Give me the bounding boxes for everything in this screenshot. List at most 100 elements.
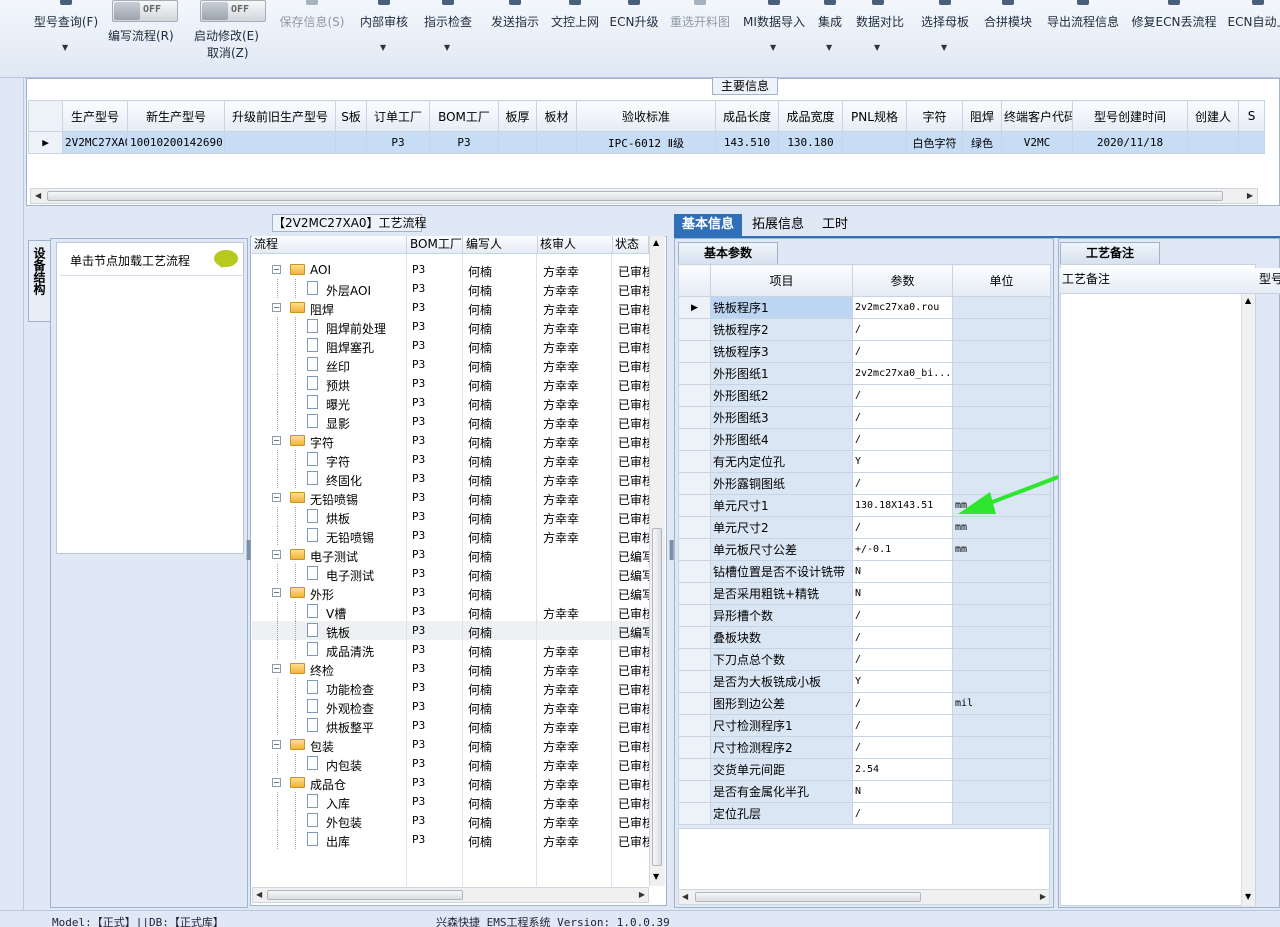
main-col-7[interactable]: 板材 — [536, 100, 577, 132]
param-value[interactable]: Y — [852, 450, 953, 473]
toolbar-button-10[interactable]: 数据对比 ▼ — [856, 0, 904, 78]
toolbar-button-8[interactable]: MI数据导入 ▼ — [741, 0, 807, 78]
tree-row[interactable]: 外包装 P3 何楠 方幸幸 已审核 — [252, 811, 649, 830]
load-process-node[interactable]: 单击节点加载工艺流程 — [60, 244, 242, 276]
row-pointer[interactable] — [678, 406, 711, 429]
tree-row[interactable]: − AOI P3 何楠 方幸幸 已审核 — [252, 260, 649, 279]
toolbar-button-2[interactable]: 内部审核 ▼ — [357, 0, 411, 78]
toolbar-button-6[interactable]: ECN升级 — [609, 0, 659, 78]
main-cell-3[interactable] — [335, 131, 367, 154]
param-row[interactable]: 尺寸检测程序1/ — [678, 714, 1051, 737]
param-value[interactable]: / — [852, 318, 953, 341]
row-pointer[interactable] — [678, 538, 711, 561]
main-cell-15[interactable]: 2020/11/18 — [1072, 131, 1188, 154]
tree-row[interactable]: 无铅喷锡 P3 何楠 方幸幸 已审核 — [252, 526, 649, 545]
process-tree-vscroll[interactable]: ▲ ▼ — [649, 236, 665, 886]
main-cell-5[interactable]: P3 — [429, 131, 499, 154]
main-col-13[interactable]: 阻焊 — [962, 100, 1002, 132]
collapse-icon[interactable]: − — [272, 303, 281, 312]
main-cell-4[interactable]: P3 — [366, 131, 430, 154]
tree-row[interactable]: − 电子测试 P3 何楠 已编写 — [252, 545, 649, 564]
tree-row[interactable]: − 终检 P3 何楠 方幸幸 已审核 — [252, 659, 649, 678]
tree-row[interactable]: 出库 P3 何楠 方幸幸 已审核 — [252, 830, 649, 849]
main-col-8[interactable]: 验收标准 — [576, 100, 716, 132]
row-pointer[interactable] — [678, 428, 711, 451]
main-col-14[interactable]: 终端客户代码 — [1001, 100, 1073, 132]
tab-2[interactable]: 工时 — [814, 214, 856, 236]
row-pointer[interactable] — [678, 494, 711, 517]
tree-row[interactable]: − 阻焊 P3 何楠 方幸幸 已审核 — [252, 298, 649, 317]
param-value[interactable]: / — [852, 384, 953, 407]
tab-0[interactable]: 基本信息 — [674, 214, 743, 236]
param-value[interactable]: / — [852, 428, 953, 451]
row-pointer[interactable] — [678, 340, 711, 363]
row-pointer[interactable]: ▶ — [28, 131, 63, 154]
main-col-0[interactable]: 生产型号 — [62, 100, 128, 132]
toolbar-button-12[interactable]: 合拼模块 — [982, 0, 1034, 78]
param-row[interactable]: 图形到边公差 / mil — [678, 692, 1051, 715]
param-value[interactable]: / — [852, 340, 953, 363]
main-col-15[interactable]: 型号创建时间 — [1072, 100, 1188, 132]
param-value[interactable]: 2v2mc27xa0_bi... — [852, 362, 953, 385]
main-col-5[interactable]: BOM工厂 — [429, 100, 499, 132]
param-value[interactable]: / — [852, 802, 953, 825]
toolbar-button-9[interactable]: 集成 ▼ — [815, 0, 845, 78]
param-row[interactable]: 定位孔层 / — [678, 802, 1051, 825]
collapse-icon[interactable]: − — [272, 550, 281, 559]
param-value[interactable]: / — [852, 472, 953, 495]
row-pointer[interactable] — [678, 692, 711, 715]
tree-row[interactable]: − 字符 P3 何楠 方幸幸 已审核 — [252, 431, 649, 450]
main-col-1[interactable]: 新生产型号 — [127, 100, 225, 132]
row-pointer[interactable] — [678, 648, 711, 671]
toolbar-button-3[interactable]: 指示检查 ▼ — [421, 0, 475, 78]
process-col-0[interactable]: 流程 — [252, 236, 407, 254]
toolbar-button-11[interactable]: 选择母板 ▼ — [918, 0, 972, 78]
tree-row[interactable]: 烘板整平 P3 何楠 方幸幸 已审核 — [252, 716, 649, 735]
row-pointer[interactable] — [678, 670, 711, 693]
tree-row[interactable]: − 成品仓 P3 何楠 方幸幸 已审核 — [252, 773, 649, 792]
tree-row[interactable]: 丝印 P3 何楠 方幸幸 已审核 — [252, 355, 649, 374]
param-col-1[interactable]: 参数 — [852, 264, 953, 297]
main-info-hscroll[interactable]: ◀ ▶ — [30, 188, 1258, 204]
row-pointer[interactable] — [678, 582, 711, 605]
main-cell-6[interactable] — [498, 131, 537, 154]
process-tree-hscroll[interactable]: ◀ ▶ — [252, 887, 649, 903]
param-row[interactable]: 叠板块数 / — [678, 626, 1051, 649]
param-row[interactable]: 外形图纸4/ — [678, 428, 1051, 451]
param-value[interactable]: Y — [852, 670, 953, 693]
row-pointer[interactable] — [678, 560, 711, 583]
param-value[interactable]: / — [852, 604, 953, 627]
param-row[interactable]: 铣板程序2/ — [678, 318, 1051, 341]
collapse-icon[interactable]: − — [272, 778, 281, 787]
toolbar-button-1[interactable]: 保存信息(S) — [275, 0, 349, 78]
row-pointer[interactable] — [678, 450, 711, 473]
tree-row[interactable]: 外观检查 P3 何楠 方幸幸 已审核 — [252, 697, 649, 716]
toolbar-button-0[interactable]: 型号查询(F) ▼ — [30, 0, 102, 78]
row-pointer[interactable] — [678, 626, 711, 649]
remarks-vscroll[interactable]: ▲ ▼ — [1241, 294, 1255, 906]
tree-row[interactable]: 曝光 P3 何楠 方幸幸 已审核 — [252, 393, 649, 412]
row-pointer[interactable] — [678, 604, 711, 627]
param-row[interactable]: 单元板尺寸公差 +/-0.1 mm — [678, 538, 1051, 561]
row-pointer[interactable] — [678, 384, 711, 407]
main-col-6[interactable]: 板厚 — [498, 100, 537, 132]
main-col-16[interactable]: 创建人 — [1187, 100, 1239, 132]
main-col-4[interactable]: 订单工厂 — [366, 100, 430, 132]
param-value[interactable]: / — [852, 406, 953, 429]
param-value[interactable]: N — [852, 582, 953, 605]
main-col-9[interactable]: 成品长度 — [715, 100, 779, 132]
process-remarks-area[interactable] — [1060, 264, 1256, 906]
param-value[interactable]: 2v2mc27xa0.rou — [852, 296, 953, 319]
tree-row[interactable]: 烘板 P3 何楠 方幸幸 已审核 — [252, 507, 649, 526]
row-pointer[interactable]: ▶ — [678, 296, 711, 319]
param-row[interactable]: 异形槽个数 / — [678, 604, 1051, 627]
param-value[interactable]: / — [852, 736, 953, 759]
row-pointer[interactable] — [678, 802, 711, 825]
param-row[interactable]: 是否采用粗铣+精铣 N — [678, 582, 1051, 605]
param-row[interactable]: 交货单元间距 2.54 — [678, 758, 1051, 781]
main-col-17[interactable]: S — [1238, 100, 1265, 132]
main-cell-8[interactable]: IPC-6012 Ⅱ级 — [576, 131, 716, 154]
process-col-2[interactable]: 编写人 — [464, 236, 538, 254]
param-value[interactable]: / — [852, 714, 953, 737]
main-cell-16[interactable] — [1187, 131, 1239, 154]
